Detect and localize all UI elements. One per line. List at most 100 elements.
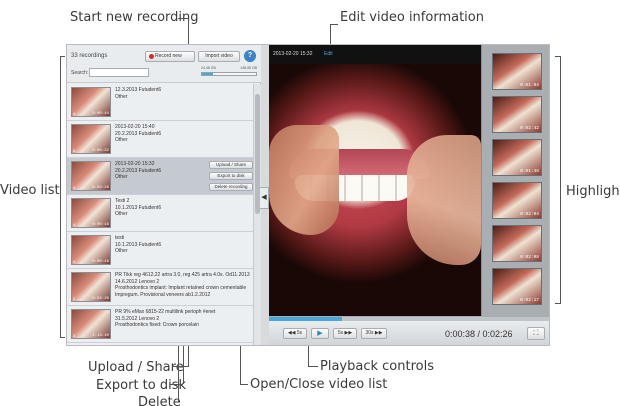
- highlight-count: 2: [73, 296, 76, 301]
- highlight-count: 4: [73, 111, 76, 116]
- highlight-count: 4: [73, 259, 76, 264]
- callout-delete: Delete: [138, 395, 181, 406]
- upload-share-button[interactable]: Upload / Share: [209, 161, 253, 169]
- recording-title: PR Tikk reg 4612,22 artra 3.0, reg 425 a…: [115, 272, 250, 278]
- recording-list: 4 0:00:44 12.3.2013 Futudent6 Other 8 0:00:32…: [67, 84, 253, 345]
- disk-total-label: 148,95 GB: [240, 66, 257, 70]
- recording-thumbnail[interactable]: 4 0:00:16: [71, 198, 111, 228]
- recording-line4: Impregum. Provisional veneers ab1.2.2012: [115, 291, 211, 298]
- highlight-thumbnail[interactable]: 0:01:04: [492, 53, 542, 90]
- recording-duration: 0:02:26: [92, 186, 109, 190]
- video-frame-finger: [269, 125, 339, 235]
- callout-line: [178, 18, 188, 19]
- callout-video-list: Video list: [0, 183, 60, 198]
- highlight-count: 4: [73, 222, 76, 227]
- highlight-thumbnail[interactable]: 0:02:08: [492, 225, 542, 262]
- callout-bracket: [60, 56, 65, 57]
- recording-duration: 0:00:44: [92, 112, 109, 116]
- app-window: 33 recordings Record new Import video ? …: [66, 44, 550, 346]
- list-item[interactable]: 4 0:00:16 Testi 2 10.1.2013 Futudent6 Other: [67, 195, 253, 232]
- forward-5s-button[interactable]: 5s ▶▶: [333, 328, 357, 339]
- highlight-thumbnail[interactable]: 0:02:42: [492, 96, 542, 133]
- playback-progress-bar[interactable]: [269, 317, 549, 321]
- recording-duration: 0:00:32: [92, 149, 109, 153]
- toggle-video-list-button[interactable]: ◀: [260, 187, 269, 209]
- callout-open-close: Open/Close video list: [250, 377, 388, 392]
- record-new-label: Record new: [155, 53, 182, 59]
- export-disk-button[interactable]: Export to disk: [209, 172, 253, 180]
- video-frame-finger: [407, 135, 481, 265]
- disk-usage-fill: [202, 73, 213, 75]
- recording-info: PR Tikk reg 4612,22 artra 3.0, reg 425 a…: [115, 272, 251, 298]
- highlight-time: 0:02:42: [520, 126, 539, 131]
- callout-bracket: [560, 56, 561, 304]
- disk-used-label: 24,48 GB: [201, 66, 216, 70]
- callout-bracket: [60, 337, 65, 338]
- highlight-time: 0:01:48: [520, 169, 539, 174]
- video-header: 2013-02-20 15:32 Edit: [269, 45, 481, 64]
- playback-controls: ◀◀ 5s ▶ 5s ▶▶ 30s ▶▶ 0:00:38 / 0:02:26 ⛶: [269, 316, 549, 345]
- search-label: Search:: [71, 70, 89, 76]
- record-new-button[interactable]: Record new: [145, 51, 195, 62]
- rewind-5s-button[interactable]: ◀◀ 5s: [283, 328, 307, 339]
- recording-line3: Other: [115, 137, 128, 143]
- recording-duration: 1:13:40: [92, 334, 109, 338]
- callout-line: [240, 384, 248, 385]
- forward-30s-button[interactable]: 30s ▶▶: [361, 328, 387, 339]
- list-item[interactable]: 4 0:02:26 2013-02-20 15:32 20.2.2013 Futude…: [67, 158, 253, 195]
- recording-info: Testi 2 10.1.2013 Futudent6 Other: [115, 198, 251, 218]
- fullscreen-icon[interactable]: ⛶: [527, 327, 545, 340]
- list-scrollbar[interactable]: [253, 84, 261, 345]
- record-dot-icon: [149, 54, 154, 59]
- video-list-panel: 33 recordings Record new Import video ? …: [67, 45, 261, 345]
- highlight-count: 4: [73, 185, 76, 190]
- list-item[interactable]: 4 0:00:44 12.3.2013 Futudent6 Other: [67, 84, 253, 121]
- list-item[interactable]: 4 0:00:16 testi 10.1.2013 Futudent6 Other: [67, 232, 253, 269]
- highlight-thumbnail[interactable]: 0:02:04: [492, 182, 542, 219]
- highlight-count: 8: [73, 148, 76, 153]
- delete-recording-button[interactable]: Delete recording: [209, 183, 253, 191]
- highlights-panel: 0:01:04 0:02:42 0:01:48 0:02:04 0:02:08 0:02:…: [481, 45, 549, 316]
- play-button[interactable]: ▶: [311, 328, 329, 339]
- video-timestamp: 2013-02-20 15:32: [273, 51, 313, 57]
- list-item[interactable]: 3 1:13:40 PR 9% eMax 6815-22 multilink per…: [67, 306, 253, 343]
- recording-thumbnail[interactable]: 8 0:00:32: [71, 124, 111, 154]
- highlight-thumbnail[interactable]: 0:01:48: [492, 139, 542, 176]
- help-icon[interactable]: ?: [244, 50, 256, 62]
- recording-info: testi 10.1.2013 Futudent6 Other: [115, 235, 251, 255]
- callout-bracket: [555, 56, 560, 57]
- recording-thumbnail[interactable]: 3 1:13:40: [71, 309, 111, 339]
- highlight-time: 0:01:04: [520, 83, 539, 88]
- recording-info: 2013-02-20 15:40 20.2.2013 Futudent6 Other: [115, 124, 251, 144]
- callout-bracket: [555, 303, 560, 304]
- import-video-button[interactable]: Import video: [198, 51, 240, 62]
- edit-info-link[interactable]: Edit: [324, 51, 333, 57]
- recording-thumbnail[interactable]: 4 0:00:16: [71, 235, 111, 265]
- search-input[interactable]: [89, 68, 149, 77]
- playback-progress-fill: [269, 317, 343, 321]
- recording-count: 33 recordings: [71, 53, 108, 59]
- recording-thumbnail[interactable]: 4 0:00:44: [71, 87, 111, 117]
- highlight-time: 0:02:04: [520, 212, 539, 217]
- recording-line3: Prosthodontics fixed: Crown porcelain: [115, 322, 199, 328]
- recording-thumbnail[interactable]: 4 0:02:26: [71, 161, 111, 191]
- list-header: 33 recordings Record new Import video ? …: [67, 45, 261, 83]
- highlight-thumbnail[interactable]: 0:02:17: [492, 268, 542, 305]
- recording-line2: Other: [115, 93, 128, 100]
- playback-time: 0:00:38 / 0:02:26: [445, 329, 513, 339]
- callout-bracket: [60, 56, 61, 338]
- disk-usage-bar: [201, 72, 257, 76]
- recording-line3: Other: [115, 248, 128, 254]
- recording-duration: 0:00:16: [92, 260, 109, 264]
- highlight-count: 3: [73, 333, 76, 338]
- recording-line3: Other: [115, 211, 128, 217]
- callout-line: [170, 384, 183, 385]
- recording-thumbnail[interactable]: 2 0:02:26: [71, 272, 111, 302]
- list-item[interactable]: 8 0:00:32 2013-02-20 15:40 20.2.2013 Futude…: [67, 121, 253, 158]
- callout-export-disk: Export to disk: [96, 378, 187, 393]
- highlight-time: 0:02:17: [520, 298, 539, 303]
- recording-info: 12.3.2013 Futudent6 Other: [115, 87, 251, 100]
- recording-duration: 0:00:16: [92, 223, 109, 227]
- list-item[interactable]: 2 0:02:26 PR Tikk reg 4612,22 artra 3.0, r…: [67, 269, 253, 306]
- callout-line: [330, 24, 338, 25]
